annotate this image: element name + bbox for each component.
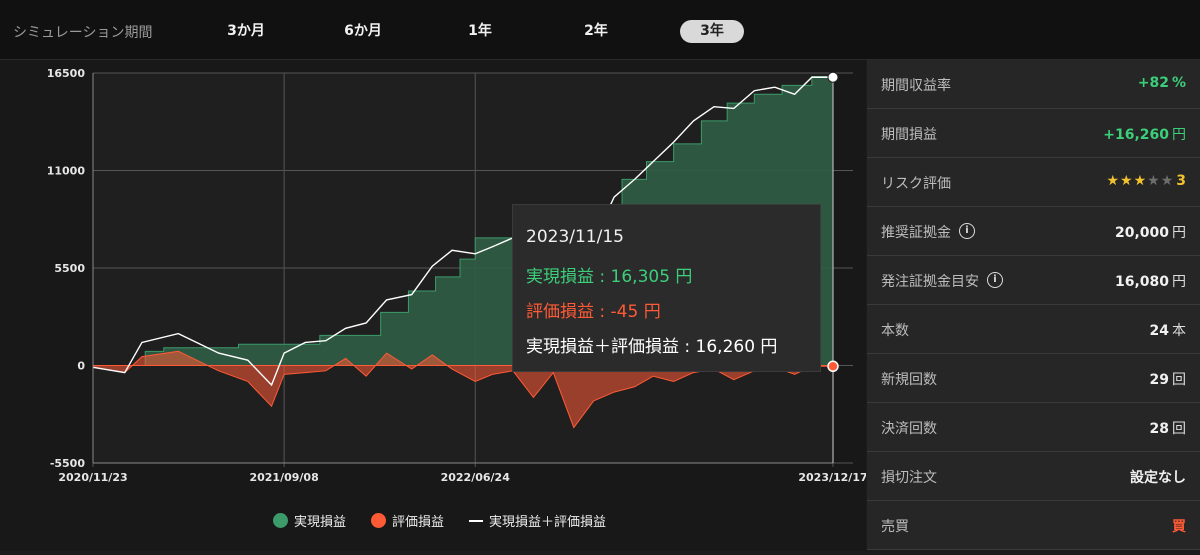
legend-unrealized-dot xyxy=(371,513,386,528)
stat-new-orders-value: 29 回 xyxy=(1149,372,1186,388)
period-1year-button[interactable]: 1年 xyxy=(448,20,512,43)
period-2years-button[interactable]: 2年 xyxy=(564,20,628,43)
stat-profit-value: +16,260 円 xyxy=(1103,127,1186,143)
stat-count: 本数 24 本 xyxy=(867,305,1200,354)
stat-risk-value: ★★★★★ 3 xyxy=(1106,173,1186,189)
stat-settlements: 決済回数 28 回 xyxy=(867,403,1200,452)
stat-side-value: 買 xyxy=(1172,519,1186,535)
period-3months-button[interactable]: 3か月 xyxy=(214,20,278,43)
stat-stop-loss-value: 設定なし xyxy=(1130,470,1186,486)
stat-recommended-margin-label: 推奨証拠金 i xyxy=(881,222,975,242)
tooltip-date: 2023/11/15 xyxy=(526,227,624,247)
tooltip-total: 実現損益＋評価損益 : 16,260 円 xyxy=(526,337,778,357)
stat-profit-label: 期間損益 xyxy=(881,127,937,143)
tooltip-unrealized: 評価損益 : -45 円 xyxy=(526,302,661,322)
stat-recommended-margin: 推奨証拠金 i 20,000 円 xyxy=(867,207,1200,256)
unrealized-marker xyxy=(827,360,839,373)
risk-star-icon: ★ xyxy=(1133,173,1148,189)
risk-stars-icon: ★★★★★ xyxy=(1106,173,1174,189)
risk-star-icon: ★ xyxy=(1120,173,1134,189)
y-tick-label: 16500 xyxy=(47,67,86,80)
chart-tooltip: 2023/11/15 実現損益 : 16,305 円 評価損益 : -45 円 … xyxy=(512,204,821,372)
risk-star-icon: ★ xyxy=(1106,173,1120,189)
stat-return-rate: 期間収益率 +82% xyxy=(867,60,1200,109)
legend-total[interactable]: 実現損益＋評価損益 xyxy=(469,511,606,530)
tooltip-realized: 実現損益 : 16,305 円 xyxy=(526,267,693,287)
stats-panel: 期間収益率 +82% 期間損益 +16,260 円 リスク評価 ★★★★★ 3 推奨… xyxy=(867,60,1200,551)
chart-legend: 実現損益 評価損益 実現損益＋評価損益 xyxy=(0,511,866,531)
x-tick-label: 2022/06/24 xyxy=(441,471,511,484)
stat-count-label: 本数 xyxy=(881,323,909,339)
stat-recommended-margin-value: 20,000 円 xyxy=(1114,225,1186,241)
y-tick-label: 0 xyxy=(77,360,85,373)
info-icon[interactable]: i xyxy=(987,272,1003,288)
info-icon[interactable]: i xyxy=(959,223,975,239)
x-tick-label: 2021/09/08 xyxy=(249,471,318,484)
stat-return-rate-label: 期間収益率 xyxy=(881,78,951,94)
x-tick-label: 2020/11/23 xyxy=(58,471,127,484)
stat-new-orders: 新規回数 29 回 xyxy=(867,354,1200,403)
period-selector-bar: シミュレーション期間 3か月 6か月 1年 2年 3年 xyxy=(0,0,1200,60)
stat-new-orders-label: 新規回数 xyxy=(881,372,937,388)
stat-side: 売買 買 xyxy=(867,501,1200,550)
legend-total-label: 実現損益＋評価損益 xyxy=(489,515,607,530)
legend-unrealized[interactable]: 評価損益 xyxy=(371,511,444,530)
period-6months-button[interactable]: 6か月 xyxy=(331,20,395,43)
stat-side-label: 売買 xyxy=(881,519,909,535)
legend-realized-dot xyxy=(273,513,288,528)
stat-settlements-label: 決済回数 xyxy=(881,421,937,437)
stat-order-margin: 発注証拠金目安 i 16,080 円 xyxy=(867,256,1200,305)
risk-star-icon: ★ xyxy=(1160,173,1175,189)
stat-settlements-value: 28 回 xyxy=(1149,421,1186,437)
legend-realized[interactable]: 実現損益 xyxy=(273,511,346,530)
stat-count-value: 24 本 xyxy=(1149,323,1186,339)
risk-star-icon: ★ xyxy=(1147,173,1161,189)
legend-unrealized-label: 評価損益 xyxy=(392,515,445,530)
stat-stop-loss: 損切注文 設定なし xyxy=(867,452,1200,501)
stat-risk-label: リスク評価 xyxy=(881,176,951,192)
stat-return-rate-value: +82% xyxy=(1137,75,1186,91)
y-tick-label: -5500 xyxy=(50,457,86,470)
legend-realized-label: 実現損益 xyxy=(294,515,347,530)
stat-profit: 期間損益 +16,260 円 xyxy=(867,109,1200,158)
legend-total-line xyxy=(469,519,483,522)
period-label: シミュレーション期間 xyxy=(13,25,153,41)
stat-stop-loss-label: 損切注文 xyxy=(881,470,937,486)
stat-order-margin-value: 16,080 円 xyxy=(1114,274,1186,290)
y-tick-label: 11000 xyxy=(47,165,86,178)
period-3years-button[interactable]: 3年 xyxy=(680,20,744,43)
total-marker xyxy=(827,71,839,83)
stat-risk: リスク評価 ★★★★★ 3 xyxy=(867,158,1200,207)
stat-order-margin-label: 発注証拠金目安 i xyxy=(881,271,1003,291)
y-tick-label: 5500 xyxy=(54,262,85,275)
x-tick-label: 2023/12/17 xyxy=(798,471,866,484)
